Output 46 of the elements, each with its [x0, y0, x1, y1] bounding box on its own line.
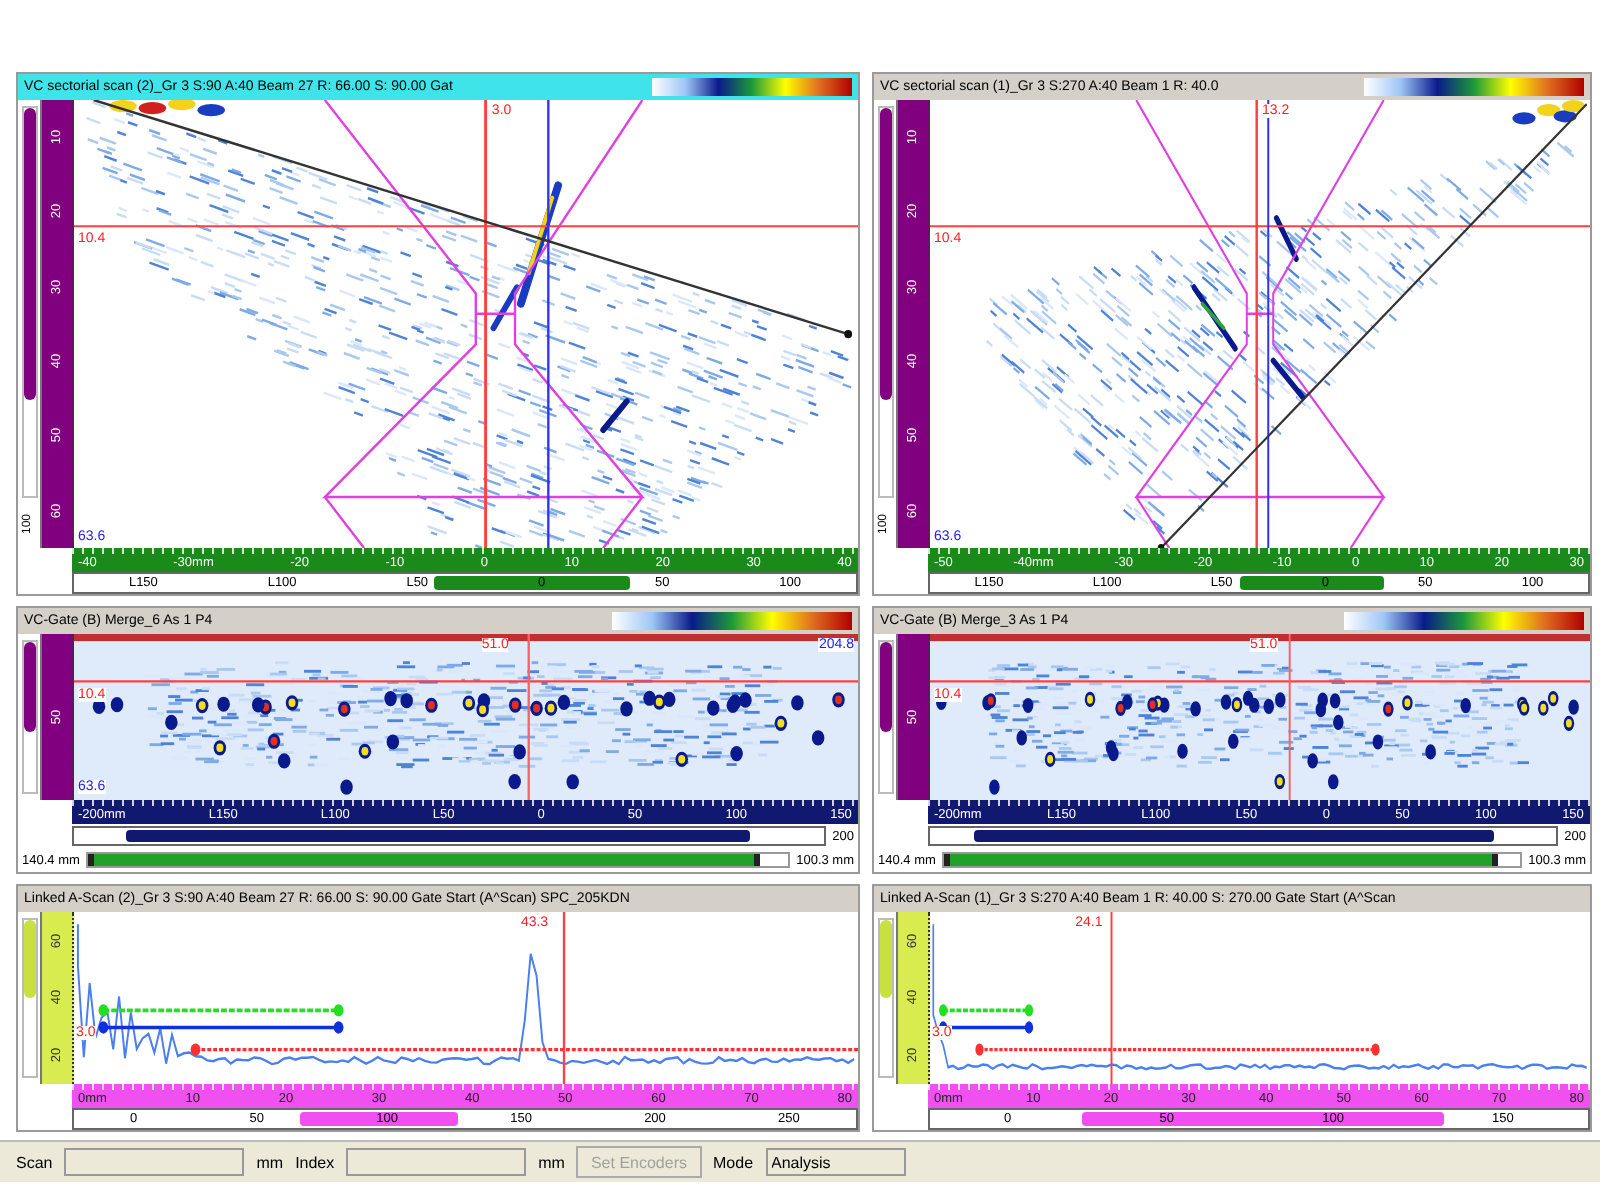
gain-slider[interactable]: [877, 640, 893, 794]
scan-label: Scan: [16, 1153, 53, 1171]
indication-mark: [989, 779, 1000, 795]
indication-mark: [1190, 701, 1201, 717]
gain-slider[interactable]: [21, 640, 37, 794]
indication-mark: [213, 740, 227, 756]
index-field[interactable]: [346, 1148, 527, 1176]
scroll-thumb[interactable]: [300, 1112, 458, 1126]
indication-mark: [340, 779, 353, 795]
index-label: Index: [295, 1153, 335, 1171]
gain-slider[interactable]: [21, 918, 37, 1078]
range-slider[interactable]: [85, 852, 791, 868]
indication-mark: [1425, 744, 1436, 760]
unit-label: mm: [538, 1153, 565, 1171]
surface-echo-drawing: [1512, 100, 1586, 125]
scroll-thumb[interactable]: [1081, 1112, 1444, 1126]
indication-mark: [1228, 733, 1239, 749]
indication-mark: [1273, 215, 1300, 262]
mode-field[interactable]: Analysis: [765, 1148, 906, 1176]
scroll-thumb[interactable]: [973, 830, 1494, 842]
indication-mark: [1084, 691, 1096, 707]
indication-mark: [600, 398, 630, 433]
scroll-thumb[interactable]: [1239, 576, 1384, 590]
indication-mark: [1460, 698, 1471, 714]
indication-mark: [1372, 734, 1384, 750]
scan-field[interactable]: [64, 1148, 245, 1176]
indication-mark: [675, 751, 688, 767]
indication-mark: [566, 774, 579, 790]
gain-slider[interactable]: [877, 106, 893, 498]
indication-mark: [832, 692, 845, 708]
gate-marker: [939, 1004, 1034, 1017]
indication-mark: [811, 730, 825, 746]
range-slider[interactable]: [941, 852, 1523, 868]
indication-mark: [1044, 751, 1056, 767]
mode-label: Mode: [713, 1153, 754, 1171]
indication-mark: [338, 701, 351, 717]
indication-mark: [1274, 774, 1285, 790]
gain-slider[interactable]: [21, 106, 37, 498]
gain-slider[interactable]: [877, 918, 893, 1078]
indication-mark: [730, 745, 743, 762]
indication-mark: [1270, 357, 1306, 401]
unit-label: mm: [256, 1153, 284, 1171]
scroll-thumb[interactable]: [126, 830, 750, 842]
surface-echo-drawing: [109, 100, 225, 117]
scroll-thumb[interactable]: [433, 576, 630, 590]
indication-mark: [1177, 743, 1188, 759]
